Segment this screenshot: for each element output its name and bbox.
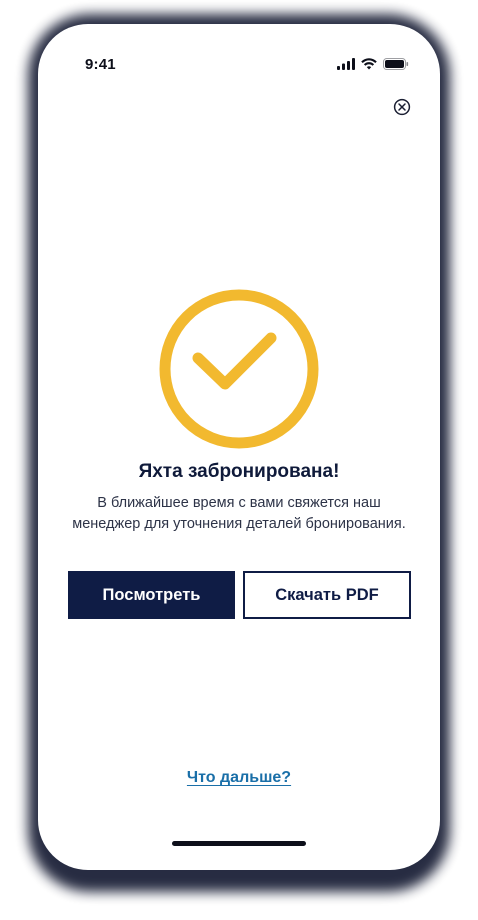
whats-next-link[interactable]: Что дальше?: [38, 769, 440, 787]
screen: 9:41 Яхта забронирована! В ближайшее вре…: [0, 0, 478, 920]
status-bar: 9:41: [38, 24, 440, 104]
phone-screen: 9:41 Яхта забронирована! В ближайшее вре…: [38, 24, 440, 870]
close-icon: [393, 98, 411, 116]
status-icons: [337, 58, 409, 70]
cellular-signal-icon: [337, 58, 355, 70]
status-time: 9:41: [85, 56, 116, 73]
view-button[interactable]: Посмотреть: [68, 571, 235, 619]
success-title: Яхта забронирована!: [138, 461, 340, 482]
wifi-icon: [361, 58, 377, 70]
battery-icon: [383, 58, 409, 70]
download-pdf-button[interactable]: Скачать PDF: [243, 571, 411, 619]
close-button[interactable]: [393, 98, 411, 116]
checkmark-circle-icon: [158, 288, 320, 450]
home-indicator[interactable]: [172, 841, 306, 846]
success-message: В ближайшее время с вами свяжется наш ме…: [72, 495, 406, 532]
